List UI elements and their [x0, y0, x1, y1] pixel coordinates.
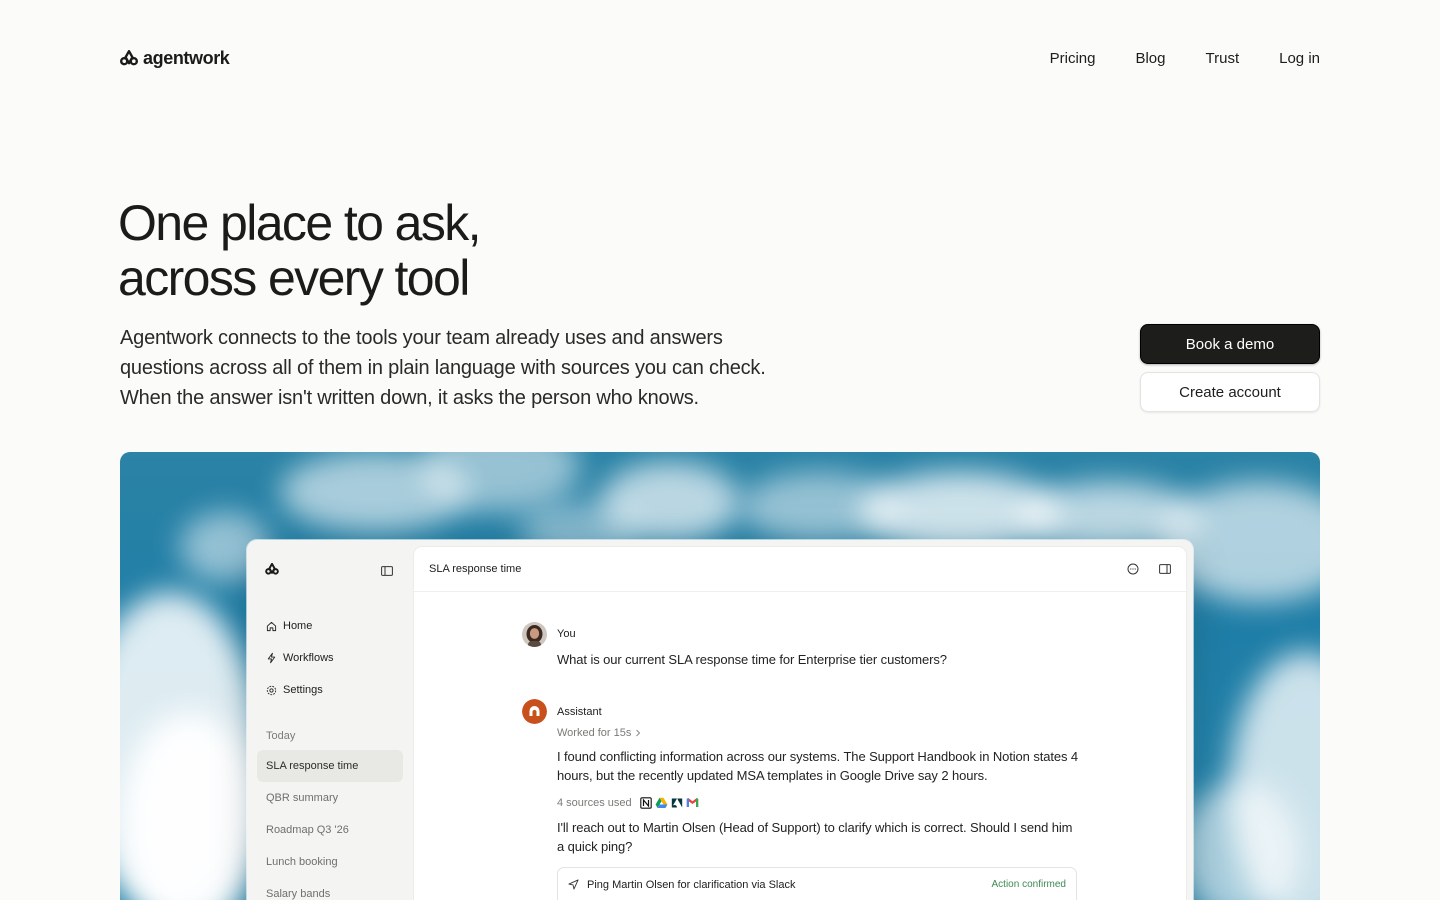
- assistant-message: Assistant Worked for 15s I found conflic…: [522, 699, 1082, 900]
- user-message-header: You: [522, 621, 1082, 647]
- action-card[interactable]: Ping Martin Olsen for clarification via …: [557, 866, 1077, 900]
- chat-thread: You What is our current SLA response tim…: [522, 621, 1082, 900]
- hero-title-line: across every tool: [118, 250, 470, 306]
- worked-duration-text: Worked for 15s: [557, 726, 632, 739]
- nav-link-blog[interactable]: Blog: [1135, 50, 1165, 67]
- gmail-icon: [686, 798, 698, 807]
- user-message: You What is our current SLA response tim…: [522, 621, 1082, 670]
- hero-title: One place to ask, across every tool: [118, 195, 482, 306]
- chat-header-actions: [1127, 563, 1171, 575]
- assistant-message-text: I found conflicting information across o…: [557, 748, 1079, 784]
- hero-cta-group: Book a demo Create account: [1140, 324, 1320, 412]
- more-options-icon[interactable]: [1127, 563, 1139, 575]
- sidebar-item-settings[interactable]: Settings: [257, 674, 403, 706]
- user-name: You: [557, 628, 576, 640]
- assistant-message-header: Assistant: [522, 699, 1082, 724]
- history-item[interactable]: Lunch booking: [257, 846, 403, 878]
- google-drive-icon: [655, 797, 668, 808]
- chat-main-pane: SLA response time You What is our curren…: [414, 547, 1186, 900]
- user-avatar: [522, 621, 547, 647]
- assistant-avatar: [522, 699, 547, 724]
- chevron-right-icon: [636, 729, 641, 736]
- history-item[interactable]: QBR summary: [257, 782, 403, 814]
- product-preview-panel: Home Workflows Settings Today SLA respon…: [120, 452, 1320, 900]
- nav-link-trust[interactable]: Trust: [1206, 50, 1240, 67]
- app-window: Home Workflows Settings Today SLA respon…: [247, 540, 1193, 900]
- chat-title: SLA response time: [429, 563, 522, 575]
- history-item[interactable]: Roadmap Q3 '26: [257, 814, 403, 846]
- sources-used-label: 4 sources used: [557, 796, 632, 809]
- sidebar-toggle-icon[interactable]: [381, 563, 393, 581]
- notion-icon: [639, 796, 652, 809]
- chat-header: SLA response time: [414, 547, 1186, 592]
- sidebar-item-label: Home: [283, 620, 313, 632]
- app-sidebar: Home Workflows Settings Today SLA respon…: [247, 540, 413, 900]
- nav-link-pricing[interactable]: Pricing: [1050, 50, 1096, 67]
- sidebar-item-label: Workflows: [283, 652, 334, 664]
- hero-title-line: One place to ask,: [118, 195, 482, 251]
- user-message-text: What is our current SLA response time fo…: [557, 652, 947, 667]
- worked-duration-toggle[interactable]: Worked for 15s: [557, 727, 1082, 739]
- send-icon: [568, 878, 579, 890]
- action-status-badge: Action confirmed: [991, 878, 1066, 890]
- book-demo-button[interactable]: Book a demo: [1140, 324, 1320, 364]
- top-nav: agentwork Pricing Blog Trust Log in: [120, 40, 1320, 76]
- history-item[interactable]: Salary bands: [257, 878, 403, 900]
- action-label: Ping Martin Olsen for clarification via …: [587, 878, 796, 891]
- sidebar-item-home[interactable]: Home: [257, 610, 403, 642]
- brand-name: agentwork: [143, 47, 230, 68]
- gear-icon: [266, 685, 277, 695]
- history-item-active[interactable]: SLA response time: [257, 750, 403, 782]
- sources-used[interactable]: 4 sources used: [557, 797, 1082, 809]
- home-icon: [266, 621, 277, 631]
- assistant-followup-text: I'll reach out to Martin Olsen (Head of …: [557, 819, 1073, 855]
- hero-subtitle-line: questions across all of them in plain la…: [120, 357, 766, 379]
- create-account-button[interactable]: Create account: [1140, 372, 1320, 412]
- zendesk-icon: [671, 798, 682, 807]
- assistant-name: Assistant: [557, 705, 602, 718]
- nav-links: Pricing Blog Trust Log in: [1050, 50, 1320, 67]
- app-logo-icon: [265, 562, 279, 580]
- hero-subtitle-line: When the answer isn't written down, it a…: [120, 387, 699, 409]
- hero-subtitle: Agentwork connects to the tools your tea…: [120, 323, 810, 413]
- panel-toggle-icon[interactable]: [1159, 564, 1171, 574]
- sidebar-item-workflows[interactable]: Workflows: [257, 642, 403, 674]
- chat-history-list: SLA response time QBR summary Roadmap Q3…: [257, 750, 403, 900]
- sidebar-item-label: Settings: [283, 684, 323, 696]
- sidebar-nav: Home Workflows Settings: [257, 610, 403, 706]
- history-section-label: Today: [266, 730, 296, 742]
- hero-subtitle-line: Agentwork connects to the tools your tea…: [120, 327, 723, 349]
- nav-link-login[interactable]: Log in: [1279, 50, 1320, 67]
- agentwork-logo-icon: [120, 50, 138, 66]
- bolt-icon: [267, 652, 276, 664]
- brand-logo[interactable]: agentwork: [120, 47, 230, 69]
- source-icons: [639, 796, 699, 809]
